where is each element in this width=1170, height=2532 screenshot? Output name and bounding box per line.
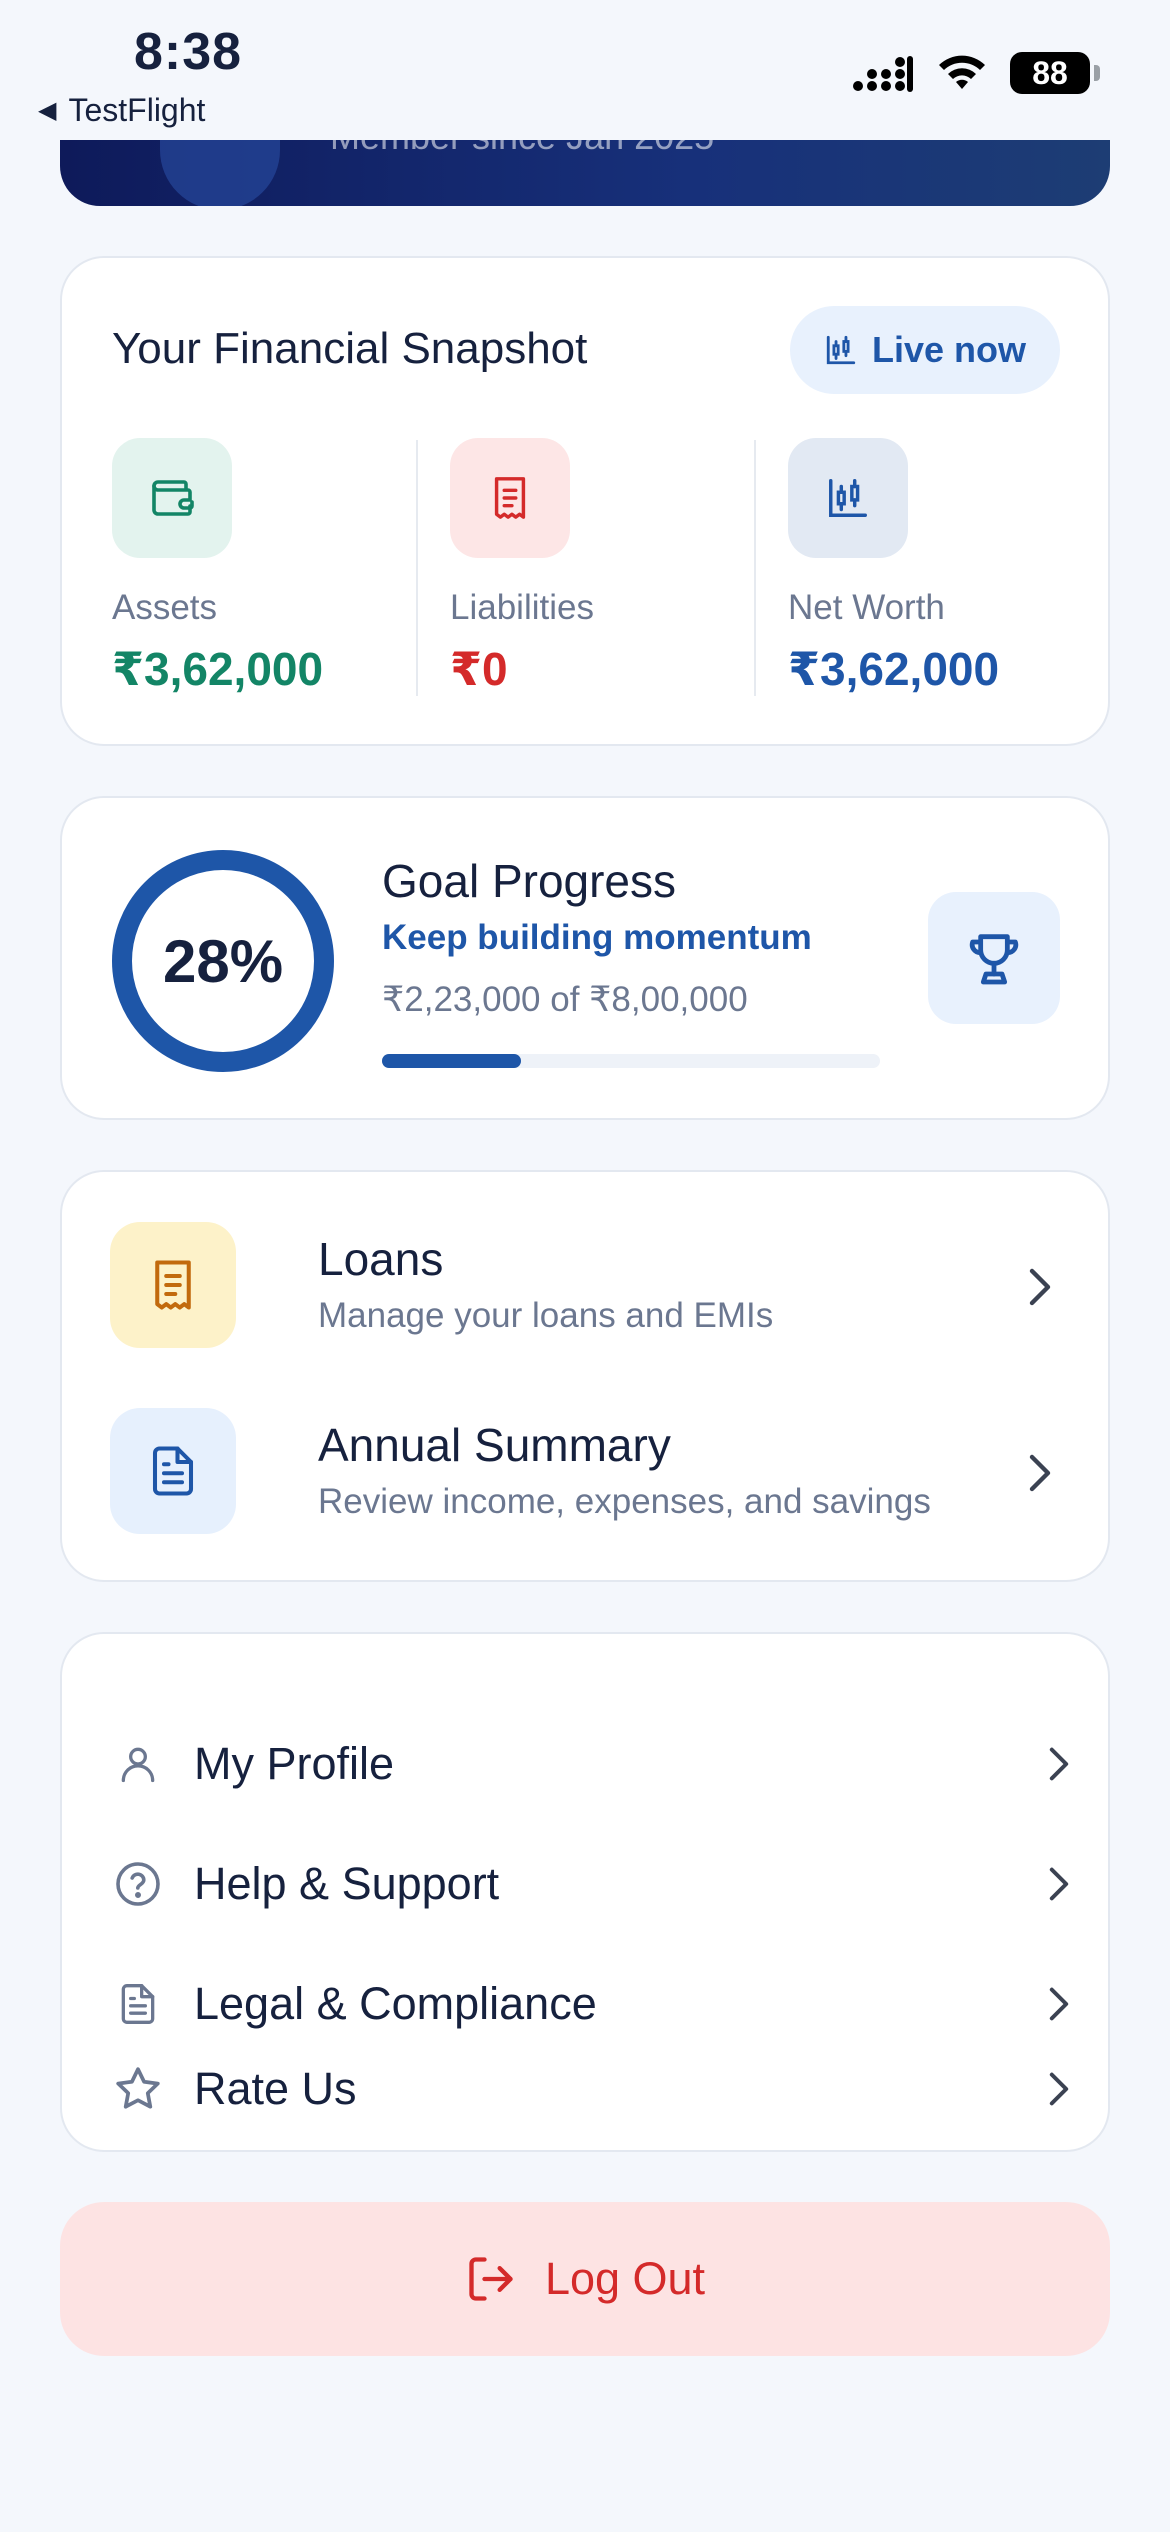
battery-icon: 88 bbox=[1010, 52, 1100, 94]
goal-title: Goal Progress bbox=[382, 855, 677, 907]
menu-item-my-profile[interactable]: My Profile bbox=[110, 1714, 1070, 1814]
logout-label: Log Out bbox=[544, 2253, 706, 2304]
live-now-button[interactable]: Live now bbox=[790, 306, 1060, 394]
goal-subtitle: Keep building momentum bbox=[382, 918, 812, 957]
chevron-right-icon bbox=[1049, 2072, 1069, 2106]
chart-icon bbox=[826, 335, 856, 365]
goal-progress-bar bbox=[382, 1054, 880, 1068]
user-icon bbox=[110, 1736, 166, 1792]
wallet-icon bbox=[112, 438, 232, 558]
snapshot-title: Your Financial Snapshot bbox=[112, 324, 588, 373]
cellular-signal-icon bbox=[853, 56, 913, 92]
progress-percent: 28% bbox=[162, 927, 284, 995]
stat-label: Liabilities bbox=[450, 588, 594, 627]
back-app-label: TestFlight bbox=[68, 92, 206, 128]
stat-value: ₹3,62,000 bbox=[112, 643, 324, 695]
back-triangle-icon: ◀ bbox=[38, 97, 57, 124]
goal-amount: ₹2,23,000 of ₹8,00,000 bbox=[382, 980, 748, 1019]
feature-title: Loans bbox=[318, 1233, 444, 1285]
chevron-right-icon bbox=[1049, 1987, 1069, 2021]
document-icon bbox=[110, 1408, 236, 1534]
goal-progress-fill bbox=[382, 1054, 522, 1068]
feature-description: Manage your loans and EMIs bbox=[318, 1296, 774, 1335]
menu-item-label: My Profile bbox=[194, 1738, 395, 1789]
menu-card: My Profile Help & Support Legal & Compli… bbox=[60, 1632, 1110, 2152]
status-time: 8:38 bbox=[134, 23, 243, 81]
feature-title: Annual Summary bbox=[318, 1419, 671, 1471]
divider bbox=[416, 440, 418, 696]
feature-annual-summary[interactable]: Annual Summary Review income, expenses, … bbox=[110, 1408, 1060, 1538]
menu-item-rate-us[interactable]: Rate Us bbox=[110, 2024, 1070, 2154]
stat-value: ₹0 bbox=[450, 643, 508, 695]
stat-assets: Assets ₹3,62,000 bbox=[112, 438, 412, 696]
system-icons: 88 bbox=[852, 52, 1100, 94]
logout-button[interactable]: Log Out bbox=[60, 2202, 1110, 2356]
candlestick-chart-icon bbox=[788, 438, 908, 558]
feature-loans[interactable]: Loans Manage your loans and EMIs bbox=[110, 1222, 1060, 1352]
wifi-icon bbox=[939, 55, 985, 89]
menu-item-label: Rate Us bbox=[194, 2063, 357, 2114]
stat-label: Assets bbox=[112, 588, 218, 627]
live-now-label: Live now bbox=[871, 329, 1027, 370]
receipt-icon bbox=[450, 438, 570, 558]
status-bar: 8:38 ◀ TestFlight 88 bbox=[0, 0, 1170, 140]
menu-item-label: Help & Support bbox=[194, 1858, 500, 1909]
stat-net-worth: Net Worth ₹3,62,000 bbox=[788, 438, 1088, 696]
stat-value: ₹3,62,000 bbox=[788, 643, 1000, 695]
features-card: Loans Manage your loans and EMIs Annual … bbox=[60, 1170, 1110, 1582]
star-icon bbox=[110, 2061, 166, 2117]
chevron-right-icon bbox=[1020, 1448, 1060, 1498]
help-circle-icon bbox=[110, 1856, 166, 1912]
chevron-right-icon bbox=[1020, 1262, 1060, 1312]
menu-item-label: Legal & Compliance bbox=[194, 1978, 597, 2029]
menu-item-help-support[interactable]: Help & Support bbox=[110, 1834, 1070, 1934]
trophy-icon bbox=[928, 892, 1060, 1024]
financial-snapshot-card: Your Financial Snapshot Live now Assets … bbox=[60, 256, 1110, 746]
divider bbox=[754, 440, 756, 696]
chevron-right-icon bbox=[1049, 1747, 1069, 1781]
stat-liabilities: Liabilities ₹0 bbox=[450, 438, 750, 696]
feature-description: Review income, expenses, and savings bbox=[318, 1482, 931, 1521]
goal-progress-card[interactable]: 28% Goal Progress Keep building momentum… bbox=[60, 796, 1110, 1120]
back-to-app-link[interactable]: ◀ TestFlight bbox=[38, 92, 205, 129]
chevron-right-icon bbox=[1049, 1867, 1069, 1901]
stat-label: Net Worth bbox=[788, 588, 945, 627]
receipt-icon bbox=[110, 1222, 236, 1348]
logout-icon bbox=[469, 2257, 513, 2301]
